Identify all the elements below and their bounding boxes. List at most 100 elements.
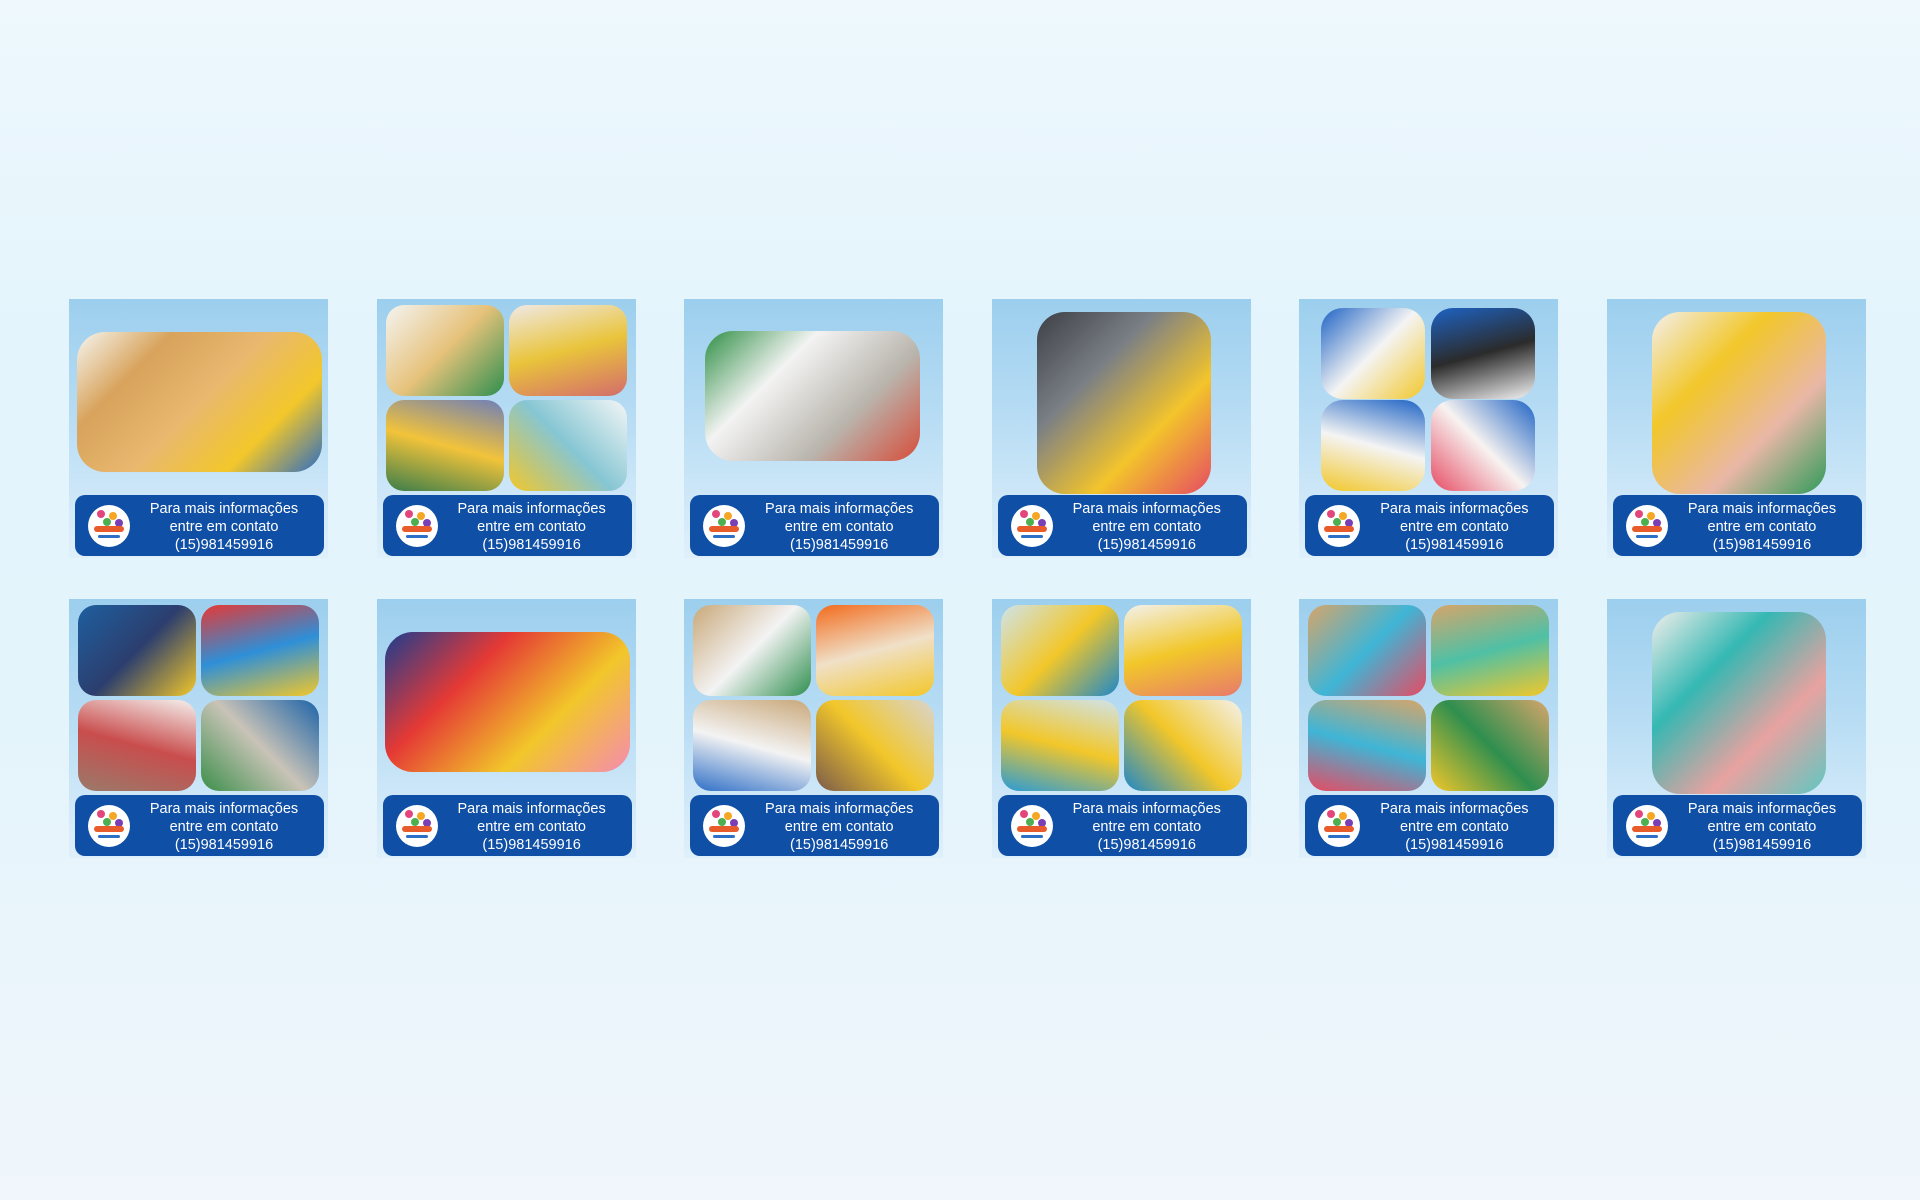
gallery-card[interactable]: Para mais informações entre em contato (15… bbox=[69, 599, 328, 858]
card-photo-collage bbox=[1607, 299, 1866, 495]
photo-icon bbox=[816, 700, 935, 791]
contact-phone: (15)981459916 bbox=[790, 837, 889, 853]
contact-text: Para mais informações entre em contato (15… bbox=[1668, 500, 1856, 554]
photo-icon bbox=[508, 305, 627, 396]
card-photo-collage bbox=[684, 599, 943, 795]
photo-icon bbox=[1431, 700, 1550, 791]
contact-text: Para mais informações entre em contato (15… bbox=[745, 800, 933, 854]
gallery-card[interactable]: Para mais informações entre em contato (15… bbox=[684, 299, 944, 558]
contact-line-info: Para mais informações bbox=[765, 801, 914, 817]
photo-icon bbox=[1321, 400, 1426, 491]
photo-icon bbox=[1123, 700, 1242, 791]
school-logo-icon bbox=[1318, 505, 1361, 547]
contact-line-info: Para mais informações bbox=[1380, 501, 1529, 517]
gallery-card[interactable]: Para mais informações entre em contato (15… bbox=[991, 299, 1251, 558]
photo-icon bbox=[385, 305, 504, 396]
photo-icon bbox=[1651, 612, 1826, 794]
photo-icon bbox=[1431, 308, 1536, 399]
school-logo-icon bbox=[88, 505, 130, 547]
card-photo-collage bbox=[1299, 599, 1558, 795]
contact-banner: Para mais informações entre em contato (15… bbox=[690, 495, 940, 556]
contact-text: Para mais informações entre em contato (15… bbox=[1360, 800, 1548, 854]
contact-line-cta: entre em contato bbox=[477, 519, 586, 535]
gallery-card[interactable]: Para mais informações entre em contato (15… bbox=[376, 599, 636, 858]
contact-line-cta: entre em contato bbox=[1092, 519, 1202, 535]
photo-icon bbox=[816, 605, 935, 696]
card-photo-collage bbox=[992, 599, 1251, 795]
contact-text: Para mais informações entre em contato (15… bbox=[1668, 800, 1856, 854]
school-logo-icon bbox=[1625, 505, 1668, 547]
contact-banner: Para mais informações entre em contato (15… bbox=[690, 795, 940, 856]
card-photo-collage bbox=[992, 299, 1251, 495]
gallery-card[interactable]: Para mais informações entre em contato (15… bbox=[1299, 299, 1559, 558]
contact-text: Para mais informações entre em contato (15… bbox=[438, 500, 626, 554]
contact-banner: Para mais informações entre em contato (15… bbox=[997, 795, 1247, 856]
contact-line-info: Para mais informações bbox=[1072, 801, 1221, 817]
school-logo-icon bbox=[1010, 505, 1053, 547]
contact-line-cta: entre em contato bbox=[1092, 819, 1202, 835]
card-photo-collage bbox=[1607, 599, 1866, 795]
contact-phone: (15)981459916 bbox=[482, 537, 581, 553]
contact-phone: (15)981459916 bbox=[174, 537, 274, 553]
gallery-card[interactable]: Para mais informações entre em contato (15… bbox=[69, 299, 328, 558]
school-logo-icon bbox=[703, 805, 746, 847]
gallery-card[interactable]: Para mais informações entre em contato (15… bbox=[1606, 599, 1866, 858]
photo-icon bbox=[705, 331, 921, 461]
gallery-card[interactable]: Para mais informações entre em contato (15… bbox=[1606, 299, 1866, 558]
contact-line-info: Para mais informações bbox=[457, 801, 606, 817]
photo-icon bbox=[1651, 312, 1826, 494]
photo-icon bbox=[1321, 308, 1426, 399]
gallery-card[interactable]: Para mais informações entre em contato (15… bbox=[991, 599, 1251, 858]
photo-icon bbox=[385, 400, 504, 491]
contact-text: Para mais informações entre em contato (15… bbox=[1053, 500, 1241, 554]
photo-icon bbox=[201, 605, 319, 696]
contact-banner: Para mais informações entre em contato (15… bbox=[75, 795, 324, 856]
contact-banner: Para mais informações entre em contato (15… bbox=[1612, 495, 1862, 556]
school-logo-icon bbox=[1010, 805, 1053, 847]
contact-text: Para mais informações entre em contato (15… bbox=[130, 500, 318, 554]
contact-line-cta: entre em contato bbox=[477, 819, 586, 835]
contact-line-info: Para mais informações bbox=[1072, 501, 1221, 517]
contact-line-info: Para mais informações bbox=[765, 501, 914, 517]
card-photo-collage bbox=[69, 299, 328, 495]
contact-banner: Para mais informações entre em contato (15… bbox=[382, 495, 632, 556]
card-gallery: Para mais informações entre em contato (15… bbox=[69, 299, 1866, 858]
contact-phone: (15)981459916 bbox=[482, 837, 581, 853]
contact-banner: Para mais informações entre em contato (15… bbox=[997, 495, 1247, 556]
photo-icon bbox=[1000, 700, 1119, 791]
photo-icon bbox=[1308, 700, 1427, 791]
photo-icon bbox=[1036, 312, 1211, 494]
contact-text: Para mais informações entre em contato (15… bbox=[1360, 500, 1548, 554]
contact-phone: (15)981459916 bbox=[1405, 537, 1504, 553]
gallery-card[interactable]: Para mais informações entre em contato (15… bbox=[684, 599, 944, 858]
contact-line-cta: entre em contato bbox=[784, 819, 894, 835]
contact-line-cta: entre em contato bbox=[1399, 819, 1509, 835]
contact-text: Para mais informações entre em contato (15… bbox=[1053, 800, 1241, 854]
contact-line-info: Para mais informações bbox=[149, 801, 299, 817]
photo-icon bbox=[1000, 605, 1119, 696]
contact-banner: Para mais informações entre em contato (15… bbox=[1612, 795, 1862, 856]
contact-line-cta: entre em contato bbox=[169, 819, 279, 835]
card-photo-collage bbox=[377, 599, 636, 795]
contact-line-info: Para mais informações bbox=[457, 501, 606, 517]
contact-line-cta: entre em contato bbox=[169, 519, 279, 535]
contact-line-cta: entre em contato bbox=[1707, 519, 1817, 535]
contact-line-info: Para mais informações bbox=[1380, 801, 1529, 817]
contact-banner: Para mais informações entre em contato (15… bbox=[1305, 495, 1555, 556]
contact-line-cta: entre em contato bbox=[1399, 519, 1509, 535]
photo-icon bbox=[78, 605, 196, 696]
contact-phone: (15)981459916 bbox=[790, 537, 889, 553]
gallery-card[interactable]: Para mais informações entre em contato (15… bbox=[376, 299, 636, 558]
school-logo-icon bbox=[1318, 805, 1361, 847]
contact-line-cta: entre em contato bbox=[784, 519, 894, 535]
contact-line-info: Para mais informações bbox=[149, 501, 299, 517]
contact-phone: (15)981459916 bbox=[174, 837, 274, 853]
photo-icon bbox=[1123, 605, 1242, 696]
card-photo-collage bbox=[69, 599, 328, 795]
photo-icon bbox=[1431, 605, 1550, 696]
photo-icon bbox=[78, 700, 196, 791]
photo-icon bbox=[384, 632, 630, 772]
contact-text: Para mais informações entre em contato (15… bbox=[745, 500, 933, 554]
gallery-card[interactable]: Para mais informações entre em contato (15… bbox=[1299, 599, 1559, 858]
contact-banner: Para mais informações entre em contato (15… bbox=[382, 795, 632, 856]
